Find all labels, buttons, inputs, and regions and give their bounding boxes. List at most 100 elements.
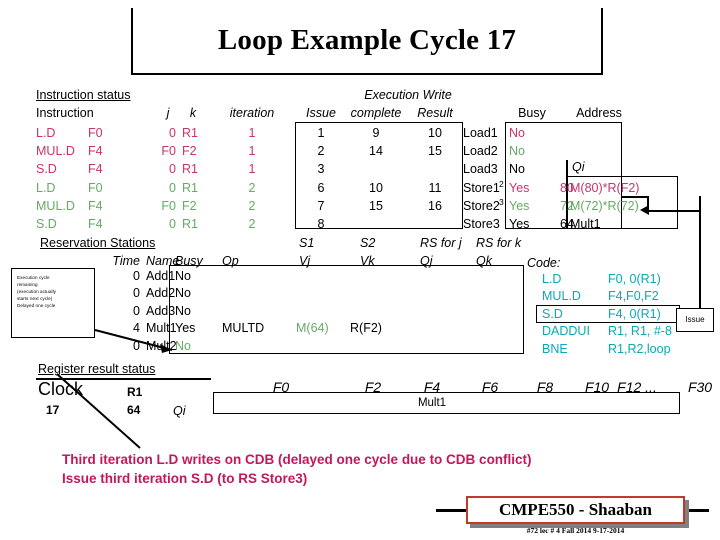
instr-result: 11 xyxy=(428,180,442,195)
instr-k: R1 xyxy=(182,217,198,231)
footer-meta: #72 lec # 4 Fall 2014 9-17-2014 xyxy=(526,526,625,535)
register-result-status-label: Register result status xyxy=(38,362,156,376)
buffer-address: 64 xyxy=(560,217,574,231)
instr-k: R1 xyxy=(182,126,198,140)
title-frame: Loop Example Cycle 17 xyxy=(131,8,603,75)
col-header-address: Address xyxy=(576,106,622,120)
execution-cycles-note-text: Execution cycle remaining (execution actua… xyxy=(12,269,94,310)
rs-time: 0 xyxy=(133,303,140,318)
instr-complete: 10 xyxy=(369,180,383,195)
instr-dest: F4 xyxy=(88,144,103,159)
footer-course-box: CMPE550 - Shaaban xyxy=(466,496,685,524)
instr-complete: 14 xyxy=(369,144,383,159)
instr-iteration: 1 xyxy=(248,126,256,140)
register-header: F0 xyxy=(272,379,290,395)
instr-j: 0 xyxy=(169,126,176,140)
reservation-stations-frame xyxy=(169,265,524,354)
rs-name: Add2 xyxy=(146,286,176,301)
code-sd-highlight xyxy=(536,305,680,323)
register-header: F2 xyxy=(364,379,382,395)
issue-arrow-line xyxy=(648,210,700,213)
buffer-name: Store3 xyxy=(463,217,500,231)
buffer-name: Load1 xyxy=(463,126,498,140)
instr-iteration: 2 xyxy=(248,180,256,195)
execution-cycles-note: Execution cycle remaining (execution actua… xyxy=(11,268,95,338)
rs-busy: No xyxy=(175,303,191,318)
issue-badge[interactable]: Issue xyxy=(676,308,714,332)
code-operands: F4,F0,F2 xyxy=(608,289,659,304)
col-header-instruction: Instruction xyxy=(36,106,94,120)
buffer-qi: Mult1 xyxy=(570,217,601,231)
register-header: F8 xyxy=(536,379,554,395)
rs-vk: R(F2) xyxy=(350,321,382,336)
clock-value: 17 xyxy=(46,403,60,417)
instr-k: R1 xyxy=(182,180,198,195)
buffer-qi: M(80)*R(F2) xyxy=(570,180,640,195)
instr-k: F2 xyxy=(182,198,197,213)
buffer-qi: M(72)*R(72) xyxy=(570,198,639,213)
caption-line-2: Issue third iteration S.D (to RS Store3) xyxy=(62,471,308,486)
instr-dest: F0 xyxy=(88,180,103,195)
rs-name: Add1 xyxy=(146,269,176,283)
clock-label: Clock xyxy=(38,379,84,399)
col-header-result: Result xyxy=(417,106,453,120)
instr-result: 16 xyxy=(428,198,442,213)
instr-issue: 6 xyxy=(317,180,325,195)
rs-time: 0 xyxy=(133,286,140,301)
code-op: MUL.D xyxy=(542,289,581,304)
buffer-superscript: 3 xyxy=(499,196,504,207)
buffer-name: Store1 xyxy=(463,180,500,195)
instr-dest: F0 xyxy=(88,126,103,140)
note-line: Delayed one cycle xyxy=(17,303,56,309)
col-header-execution-write: Execution Write xyxy=(364,88,452,102)
col-header-s2: S2 xyxy=(360,236,376,250)
buffer-name: Load3 xyxy=(463,162,498,177)
rs-time: 0 xyxy=(133,269,140,283)
instr-op: L.D xyxy=(36,180,56,195)
code-operands: R1, R1, #-8 xyxy=(608,324,672,339)
instr-iteration: 1 xyxy=(248,144,256,159)
note-line: starts next cycle) xyxy=(17,296,53,302)
col-header-complete: complete xyxy=(350,106,402,120)
instr-op: MUL.D xyxy=(36,198,75,213)
rs-busy: No xyxy=(175,286,191,301)
rs-time: 4 xyxy=(133,321,140,336)
instr-complete: 9 xyxy=(372,126,380,140)
note-line: remaining xyxy=(17,282,38,288)
rs-op: MULTD xyxy=(222,321,265,336)
register-value: Mult1 xyxy=(417,397,447,409)
instr-issue: 2 xyxy=(317,144,325,159)
rs-name: Add3 xyxy=(146,303,176,318)
code-op: DADDUI xyxy=(542,324,590,339)
note-line: Execution cycle xyxy=(17,275,50,280)
instr-k: R1 xyxy=(182,162,198,177)
rs-name: Mult1 xyxy=(146,321,177,336)
instr-result: 10 xyxy=(428,126,442,140)
col-header-issue: Issue xyxy=(306,106,336,120)
col-header-time: Time xyxy=(112,254,140,268)
instr-j: 0 xyxy=(169,180,176,195)
footer-rule-left xyxy=(436,509,466,512)
rs-time: 0 xyxy=(133,338,140,353)
instr-result: 15 xyxy=(428,144,442,159)
r1-value: 64 xyxy=(127,403,141,417)
issue-arrow-head-icon xyxy=(640,205,649,215)
code-operands: R1,R2,loop xyxy=(608,341,671,356)
col-header-j: j xyxy=(166,106,170,120)
caption-line-1: Third iteration L.D writes on CDB (delay… xyxy=(62,452,532,467)
col-header-k: k xyxy=(189,106,197,120)
rs-name: Mult2 xyxy=(146,338,177,353)
qi-row-label: Qi xyxy=(173,404,186,418)
caption-block: Third iteration L.D writes on CDB (delay… xyxy=(62,450,662,488)
page-title: Loop Example Cycle 17 xyxy=(217,24,517,56)
instr-iteration: 2 xyxy=(248,217,256,231)
buffer-busy: No xyxy=(509,126,525,140)
buffer-busy: Yes xyxy=(509,217,530,231)
rs-vj: M(64) xyxy=(296,321,329,336)
col-header-rs-for-k: RS for k xyxy=(476,236,522,250)
instr-issue: 8 xyxy=(317,217,325,231)
instr-issue: 3 xyxy=(317,162,325,177)
instr-complete: 15 xyxy=(369,198,383,213)
instr-op: MUL.D xyxy=(36,144,75,159)
issue-connector-vertical xyxy=(699,196,702,310)
